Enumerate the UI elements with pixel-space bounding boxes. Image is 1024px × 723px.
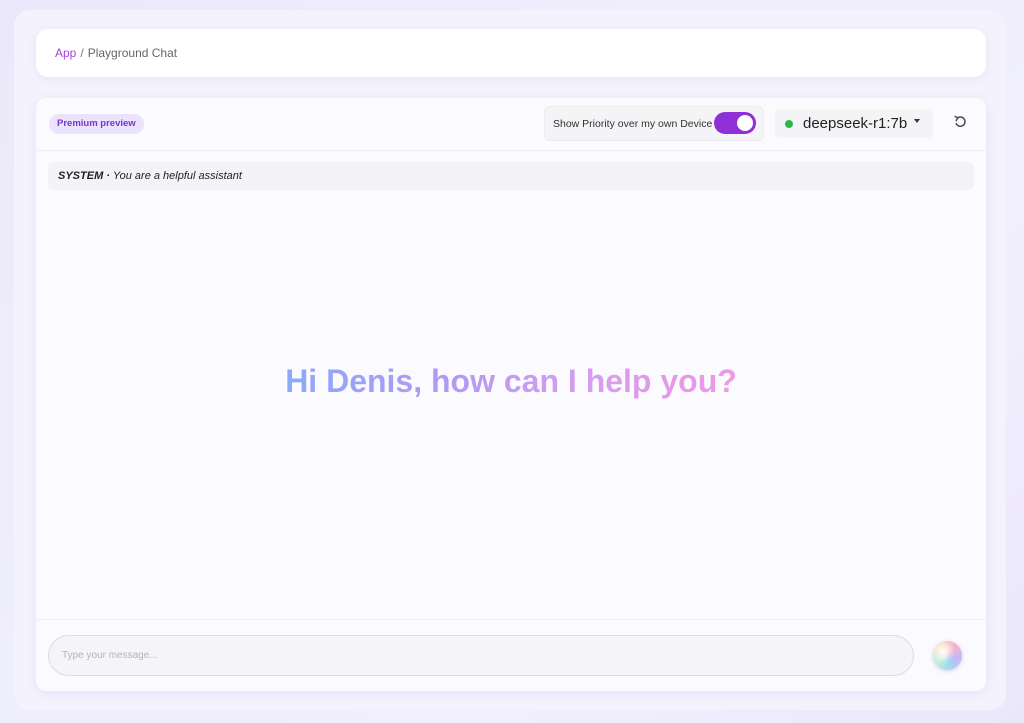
priority-toggle-group: Show Priority over my own Device (544, 106, 764, 141)
system-separator: · (106, 170, 110, 182)
composer-divider (36, 619, 986, 620)
system-prompt-text: You are a helpful assistant (112, 170, 242, 182)
model-name: deepseek-r1:7b (803, 115, 908, 132)
model-selector[interactable]: deepseek-r1:7b (775, 109, 933, 138)
orb-send-icon[interactable] (933, 641, 962, 670)
breadcrumb-current: Playground Chat (87, 46, 178, 60)
toggle-knob (737, 115, 753, 131)
chevron-down-icon (914, 119, 920, 123)
system-prompt-bar: SYSTEM · You are a helpful assistant (48, 162, 974, 190)
message-input[interactable] (48, 635, 914, 676)
chat-header: Premium preview Show Priority over my ow… (36, 98, 986, 151)
reset-icon (954, 115, 966, 127)
greeting-heading: Hi Denis, how can I help you? (36, 363, 986, 400)
priority-toggle-label: Show Priority over my own Device (553, 117, 713, 130)
reset-button[interactable] (950, 112, 970, 132)
breadcrumb-separator: / (80, 46, 84, 60)
premium-badge: Premium preview (49, 114, 144, 134)
breadcrumb: App / Playground Chat (36, 29, 986, 77)
model-status-dot (785, 119, 793, 128)
greeting-text: Hi Denis, how can I help you? (285, 363, 737, 399)
chat-panel: Premium preview Show Priority over my ow… (36, 98, 986, 691)
system-label: SYSTEM (58, 170, 104, 182)
breadcrumb-app-link[interactable]: App (55, 46, 76, 60)
priority-toggle[interactable] (714, 112, 756, 134)
